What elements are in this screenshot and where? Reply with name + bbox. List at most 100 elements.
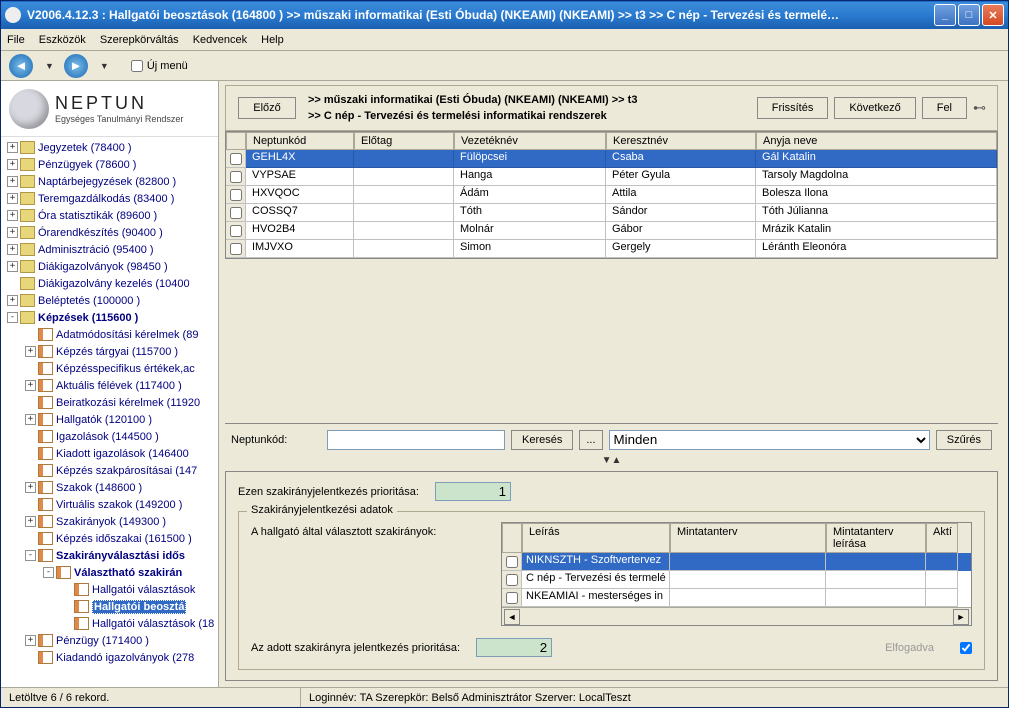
scroll-right-icon[interactable]: ►: [953, 609, 969, 625]
expand-icon[interactable]: +: [25, 414, 36, 425]
szures-button[interactable]: Szűrés: [936, 430, 992, 450]
nav-tree[interactable]: +Jegyzetek (78400 )+Pénzügyek (78600 )+N…: [1, 137, 218, 687]
expand-icon[interactable]: +: [25, 516, 36, 527]
forward-dropdown-icon[interactable]: ▼: [100, 61, 109, 71]
expand-icon[interactable]: +: [7, 193, 18, 204]
tree-node[interactable]: +Pénzügy (171400 ): [3, 632, 218, 649]
table-row[interactable]: HVO2B4MolnárGáborMrázik Katalin: [226, 222, 997, 240]
specgrid-header-akti[interactable]: Aktí: [926, 523, 958, 553]
spec-row[interactable]: NIKNSZTH - Szoftvertervez: [502, 553, 971, 571]
close-button[interactable]: ✕: [982, 4, 1004, 26]
tree-node[interactable]: +Képzés tárgyai (115700 ): [3, 343, 218, 360]
grid-header-checkbox[interactable]: [226, 132, 246, 150]
tree-node[interactable]: +Óra statisztikák (89600 ): [3, 207, 218, 224]
tree-node[interactable]: Hallgatói beosztá: [3, 598, 218, 615]
row-checkbox[interactable]: [230, 171, 242, 183]
spec-row-checkbox[interactable]: [506, 592, 518, 604]
row-checkbox-cell[interactable]: [226, 186, 246, 204]
spec-row[interactable]: C nép - Tervezési és termelé: [502, 571, 971, 589]
spec-row[interactable]: NKEAMIAI - mesterséges in: [502, 589, 971, 607]
scroll-left-icon[interactable]: ◄: [504, 609, 520, 625]
spec-row-checkbox-cell[interactable]: [502, 553, 522, 571]
ellipsis-button[interactable]: ...: [579, 430, 602, 450]
tree-node[interactable]: Adatmódosítási kérelmek (89: [3, 326, 218, 343]
tree-node[interactable]: Virtuális szakok (149200 ): [3, 496, 218, 513]
tree-node[interactable]: +Aktuális félévek (117400 ): [3, 377, 218, 394]
table-row[interactable]: VYPSAEHangaPéter GyulaTarsoly Magdolna: [226, 168, 997, 186]
tree-node[interactable]: -Választható szakirán: [3, 564, 218, 581]
bottom-priority-input[interactable]: [476, 638, 552, 657]
expand-icon[interactable]: -: [43, 567, 54, 578]
spec-row-checkbox-cell[interactable]: [502, 571, 522, 589]
row-checkbox[interactable]: [230, 225, 242, 237]
grid-header-vezeteknev[interactable]: Vezetéknév: [454, 132, 606, 150]
pin-icon[interactable]: ⊷: [973, 100, 989, 116]
priority-input[interactable]: [435, 482, 511, 501]
spec-row-checkbox[interactable]: [506, 574, 518, 586]
table-row[interactable]: COSSQ7TóthSándorTóth Júlianna: [226, 204, 997, 222]
tree-node[interactable]: +Adminisztráció (95400 ): [3, 241, 218, 258]
filter-select[interactable]: Minden: [609, 430, 930, 450]
row-checkbox-cell[interactable]: [226, 150, 246, 168]
tree-node[interactable]: Hallgatói választások (18: [3, 615, 218, 632]
search-input[interactable]: [327, 430, 505, 450]
expand-icon[interactable]: +: [25, 482, 36, 493]
row-checkbox-cell[interactable]: [226, 240, 246, 258]
expand-icon[interactable]: +: [7, 176, 18, 187]
elfogadva-checkbox[interactable]: [960, 642, 972, 654]
specgrid-header-mt-leiras[interactable]: Mintatanterv leírása: [826, 523, 926, 553]
row-checkbox-cell[interactable]: [226, 204, 246, 222]
spec-row-checkbox-cell[interactable]: [502, 589, 522, 607]
forward-button[interactable]: ►: [64, 54, 88, 78]
specgrid-header-leiras[interactable]: Leírás: [522, 523, 670, 553]
tree-node[interactable]: Képzés szakpárosításai (147: [3, 462, 218, 479]
maximize-button[interactable]: □: [958, 4, 980, 26]
expand-icon[interactable]: -: [7, 312, 18, 323]
back-button[interactable]: ◄: [9, 54, 33, 78]
tree-node[interactable]: +Beléptetés (100000 ): [3, 292, 218, 309]
expand-icon[interactable]: +: [7, 295, 18, 306]
expand-icon[interactable]: +: [7, 159, 18, 170]
expand-icon[interactable]: +: [25, 346, 36, 357]
uj-menu-input[interactable]: [131, 60, 143, 72]
expand-icon[interactable]: +: [7, 261, 18, 272]
row-checkbox[interactable]: [230, 243, 242, 255]
row-checkbox[interactable]: [230, 207, 242, 219]
tree-node[interactable]: Igazolások (144500 ): [3, 428, 218, 445]
expand-icon[interactable]: +: [7, 227, 18, 238]
menu-eszkozok[interactable]: Eszközök: [39, 34, 86, 46]
kovetkezo-button[interactable]: Következő: [834, 97, 915, 119]
spec-row-checkbox[interactable]: [506, 556, 518, 568]
row-checkbox-cell[interactable]: [226, 168, 246, 186]
tree-node[interactable]: +Szakok (148600 ): [3, 479, 218, 496]
table-row[interactable]: HXVQOCÁdámAttilaBolesza Ilona: [226, 186, 997, 204]
expand-icon[interactable]: +: [7, 210, 18, 221]
grid-header-keresztnev[interactable]: Keresztnév: [606, 132, 756, 150]
tree-node[interactable]: Képzés időszakai (161500 ): [3, 530, 218, 547]
tree-node[interactable]: +Pénzügyek (78600 ): [3, 156, 218, 173]
uj-menu-checkbox[interactable]: Új menü: [131, 60, 188, 72]
back-dropdown-icon[interactable]: ▼: [45, 61, 54, 71]
table-row[interactable]: IMJVXOSimonGergelyLéránth Eleonóra: [226, 240, 997, 258]
expand-icon[interactable]: +: [25, 635, 36, 646]
menu-file[interactable]: File: [7, 34, 25, 46]
tree-node[interactable]: Diákigazolvány kezelés (10400: [3, 275, 218, 292]
elozo-button[interactable]: Előző: [238, 97, 296, 119]
tree-node[interactable]: +Szakirányok (149300 ): [3, 513, 218, 530]
table-row[interactable]: GEHL4XFülöpcseiCsabaGál Katalin: [226, 150, 997, 168]
tree-node[interactable]: -Szakirányválasztási idős: [3, 547, 218, 564]
kereses-button[interactable]: Keresés: [511, 430, 573, 450]
menu-kedvencek[interactable]: Kedvencek: [193, 34, 247, 46]
tree-node[interactable]: Hallgatói választások: [3, 581, 218, 598]
grid-header-anyjaneve[interactable]: Anyja neve: [756, 132, 997, 150]
row-checkbox[interactable]: [230, 153, 242, 165]
row-checkbox-cell[interactable]: [226, 222, 246, 240]
expand-icon[interactable]: +: [7, 244, 18, 255]
spec-scrollbar[interactable]: ◄ ►: [502, 607, 971, 625]
minimize-button[interactable]: _: [934, 4, 956, 26]
grid-header-elotag[interactable]: Előtag: [354, 132, 454, 150]
tree-node[interactable]: -Képzések (115600 ): [3, 309, 218, 326]
tree-node[interactable]: +Naptárbejegyzések (82800 ): [3, 173, 218, 190]
tree-node[interactable]: +Teremgazdálkodás (83400 ): [3, 190, 218, 207]
specgrid-header-mintatanterv[interactable]: Mintatanterv: [670, 523, 826, 553]
